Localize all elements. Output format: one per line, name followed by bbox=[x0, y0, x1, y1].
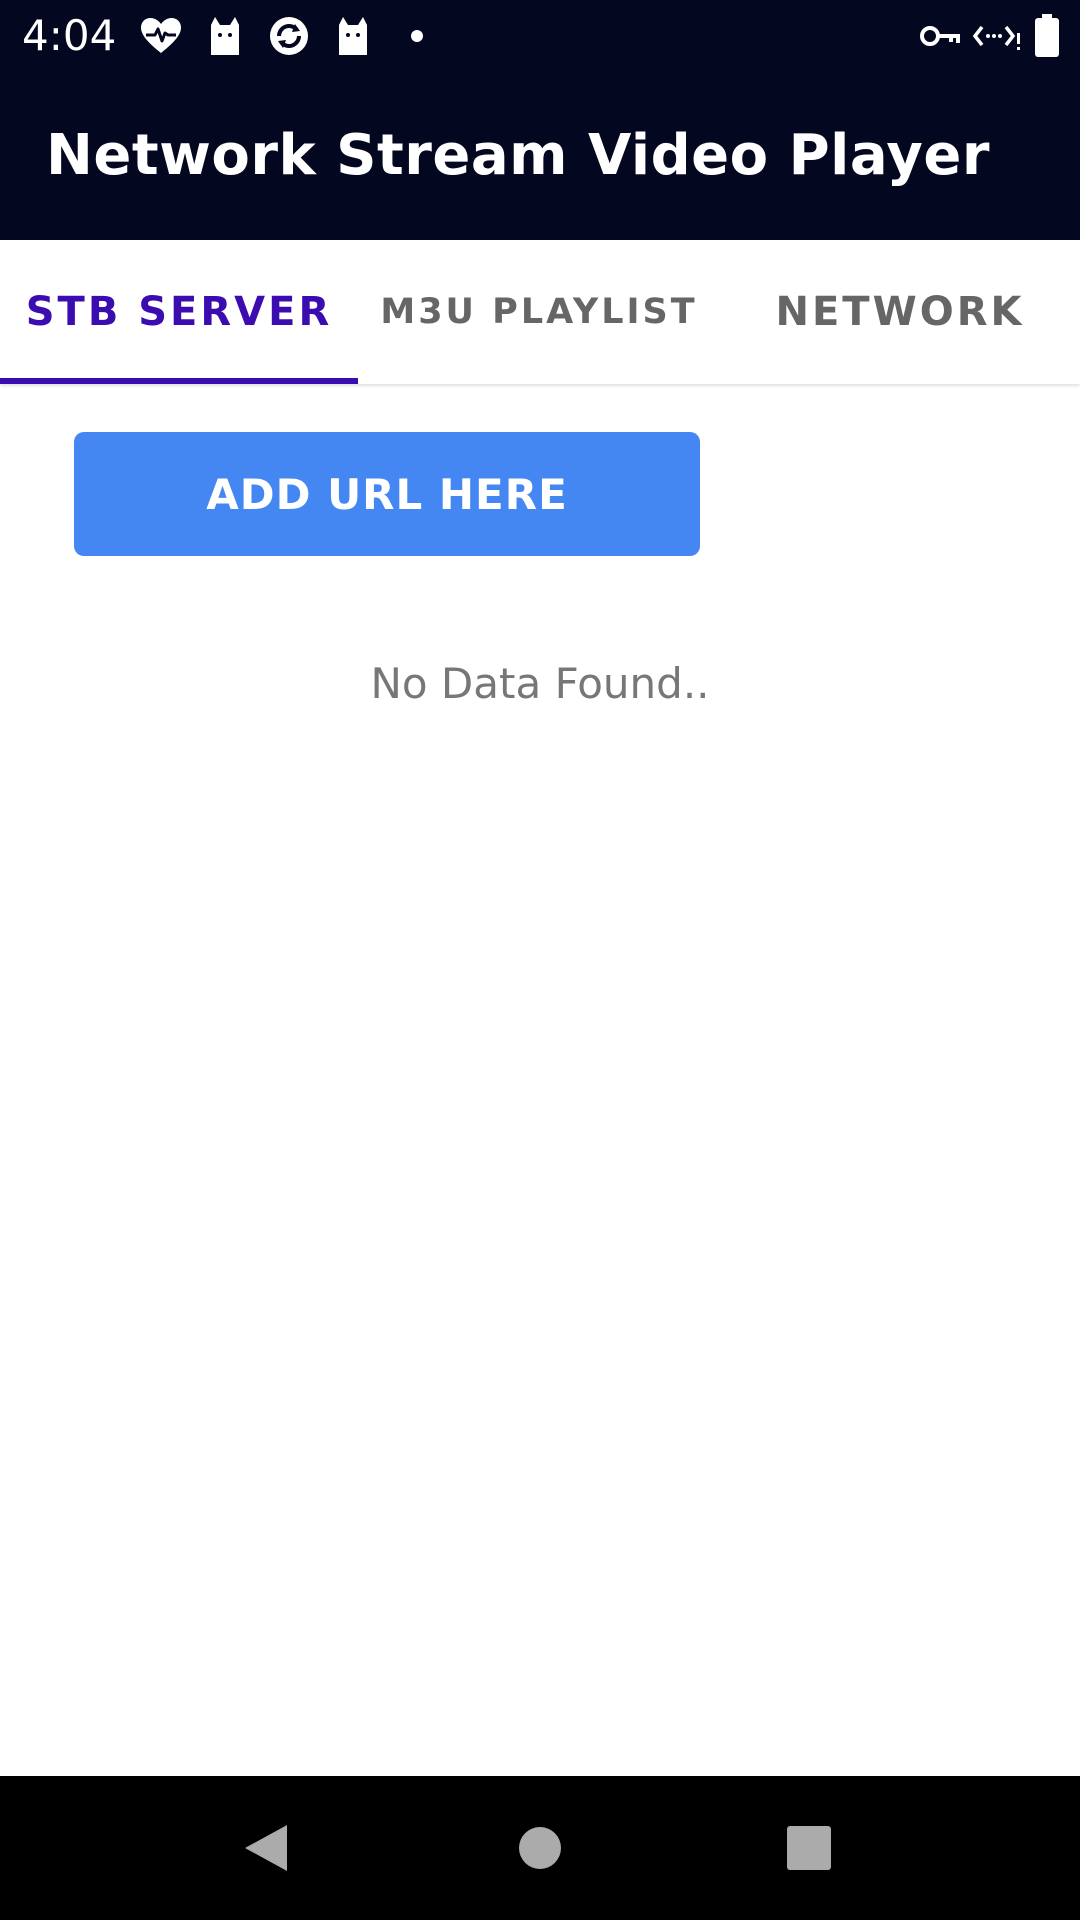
tab-stb-server[interactable]: STB SERVER bbox=[0, 240, 358, 384]
tab-selected-indicator bbox=[0, 378, 358, 384]
heart-monitor-icon bbox=[138, 13, 184, 59]
status-system-icons bbox=[908, 12, 1060, 60]
tab-network[interactable]: NETWORK bbox=[720, 240, 1080, 384]
recents-icon[interactable] bbox=[749, 1776, 869, 1920]
vpn-key-icon bbox=[920, 24, 960, 48]
tab-bar: STB SERVER M3U PLAYLIST NETWORK bbox=[0, 240, 1080, 384]
empty-state-message: No Data Found.. bbox=[370, 659, 710, 708]
status-time: 4:04 bbox=[22, 11, 117, 60]
home-icon[interactable] bbox=[480, 1776, 600, 1920]
status-bar: 4:04 bbox=[0, 0, 1080, 72]
navigation-bar bbox=[0, 1776, 1080, 1920]
data-saver-icon bbox=[972, 21, 1022, 51]
sync-badge-icon bbox=[266, 13, 312, 59]
cat-icon bbox=[202, 13, 248, 59]
cat-icon bbox=[330, 13, 376, 59]
battery-icon bbox=[1034, 14, 1060, 58]
back-icon[interactable] bbox=[206, 1776, 326, 1920]
status-notification-icons bbox=[138, 12, 458, 60]
notification-dot-icon bbox=[394, 13, 440, 59]
app-bar: Network Stream Video Player bbox=[0, 72, 1080, 240]
add-url-button[interactable]: ADD URL HERE bbox=[74, 432, 700, 556]
tab-m3u-playlist[interactable]: M3U PLAYLIST bbox=[358, 240, 720, 384]
app-title: Network Stream Video Player bbox=[46, 123, 991, 188]
